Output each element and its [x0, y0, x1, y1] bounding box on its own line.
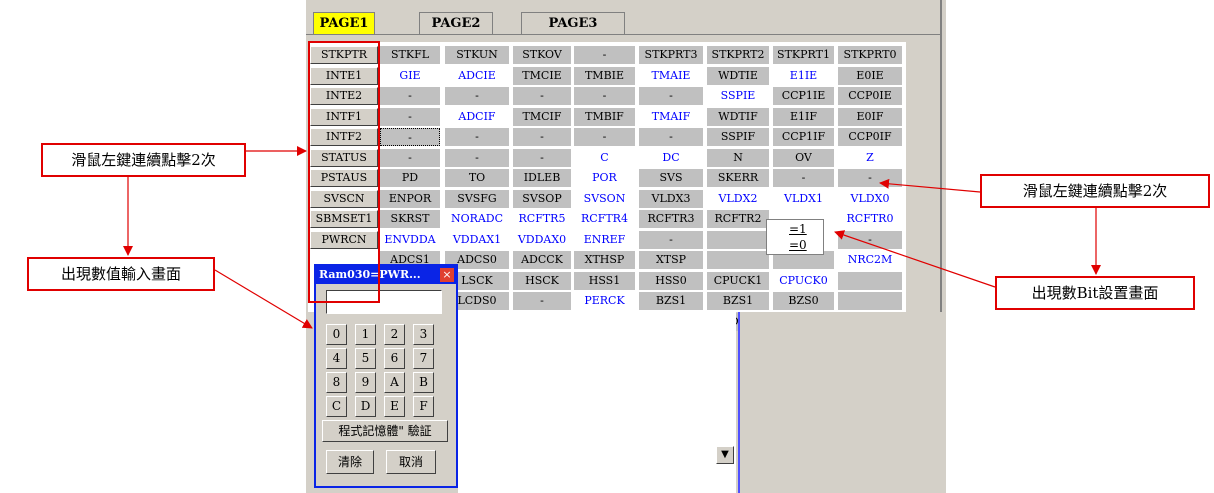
arrow-left-result — [214, 269, 313, 329]
arrow-right-click — [879, 178, 981, 193]
arrow-right-result — [834, 230, 996, 288]
annotation-arrows — [123, 146, 1101, 329]
